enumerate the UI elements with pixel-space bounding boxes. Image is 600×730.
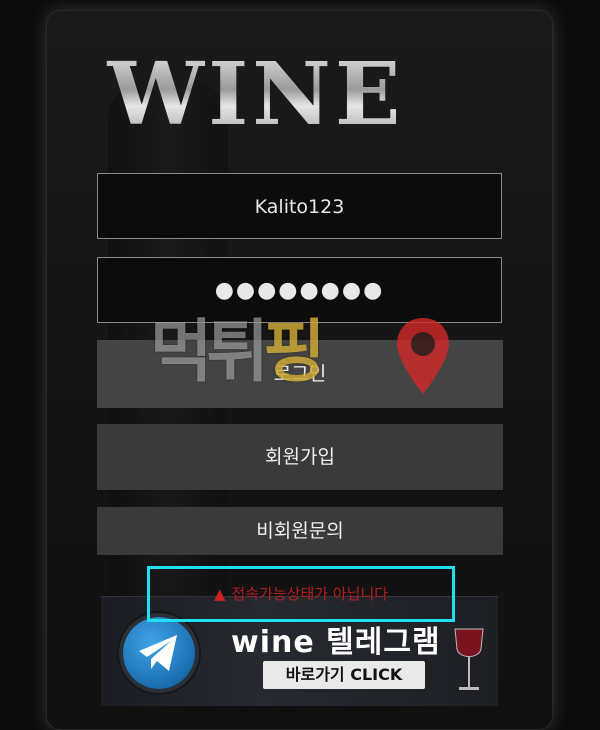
guest-inquiry-button[interactable]: 비회원문의 [97,507,503,555]
site-logo: WINE [96,40,416,150]
password-input[interactable]: ●●●●●●●● [97,257,502,323]
username-input[interactable]: Kalito123 [97,173,502,239]
wine-glass-icon [454,628,484,690]
warning-icon: ▲ [213,585,226,603]
connection-status-notice: ▲ 접속가능상태가 아닙니다 [147,566,455,622]
login-button[interactable]: 로그인 [97,340,503,408]
banner-cta-button[interactable]: 바로가기 CLICK [263,661,425,689]
signup-button[interactable]: 회원가입 [97,424,503,490]
banner-title: wine 텔레그램 [231,625,441,660]
notice-text: 접속가능상태가 아닙니다 [231,585,389,603]
telegram-icon [123,617,195,689]
